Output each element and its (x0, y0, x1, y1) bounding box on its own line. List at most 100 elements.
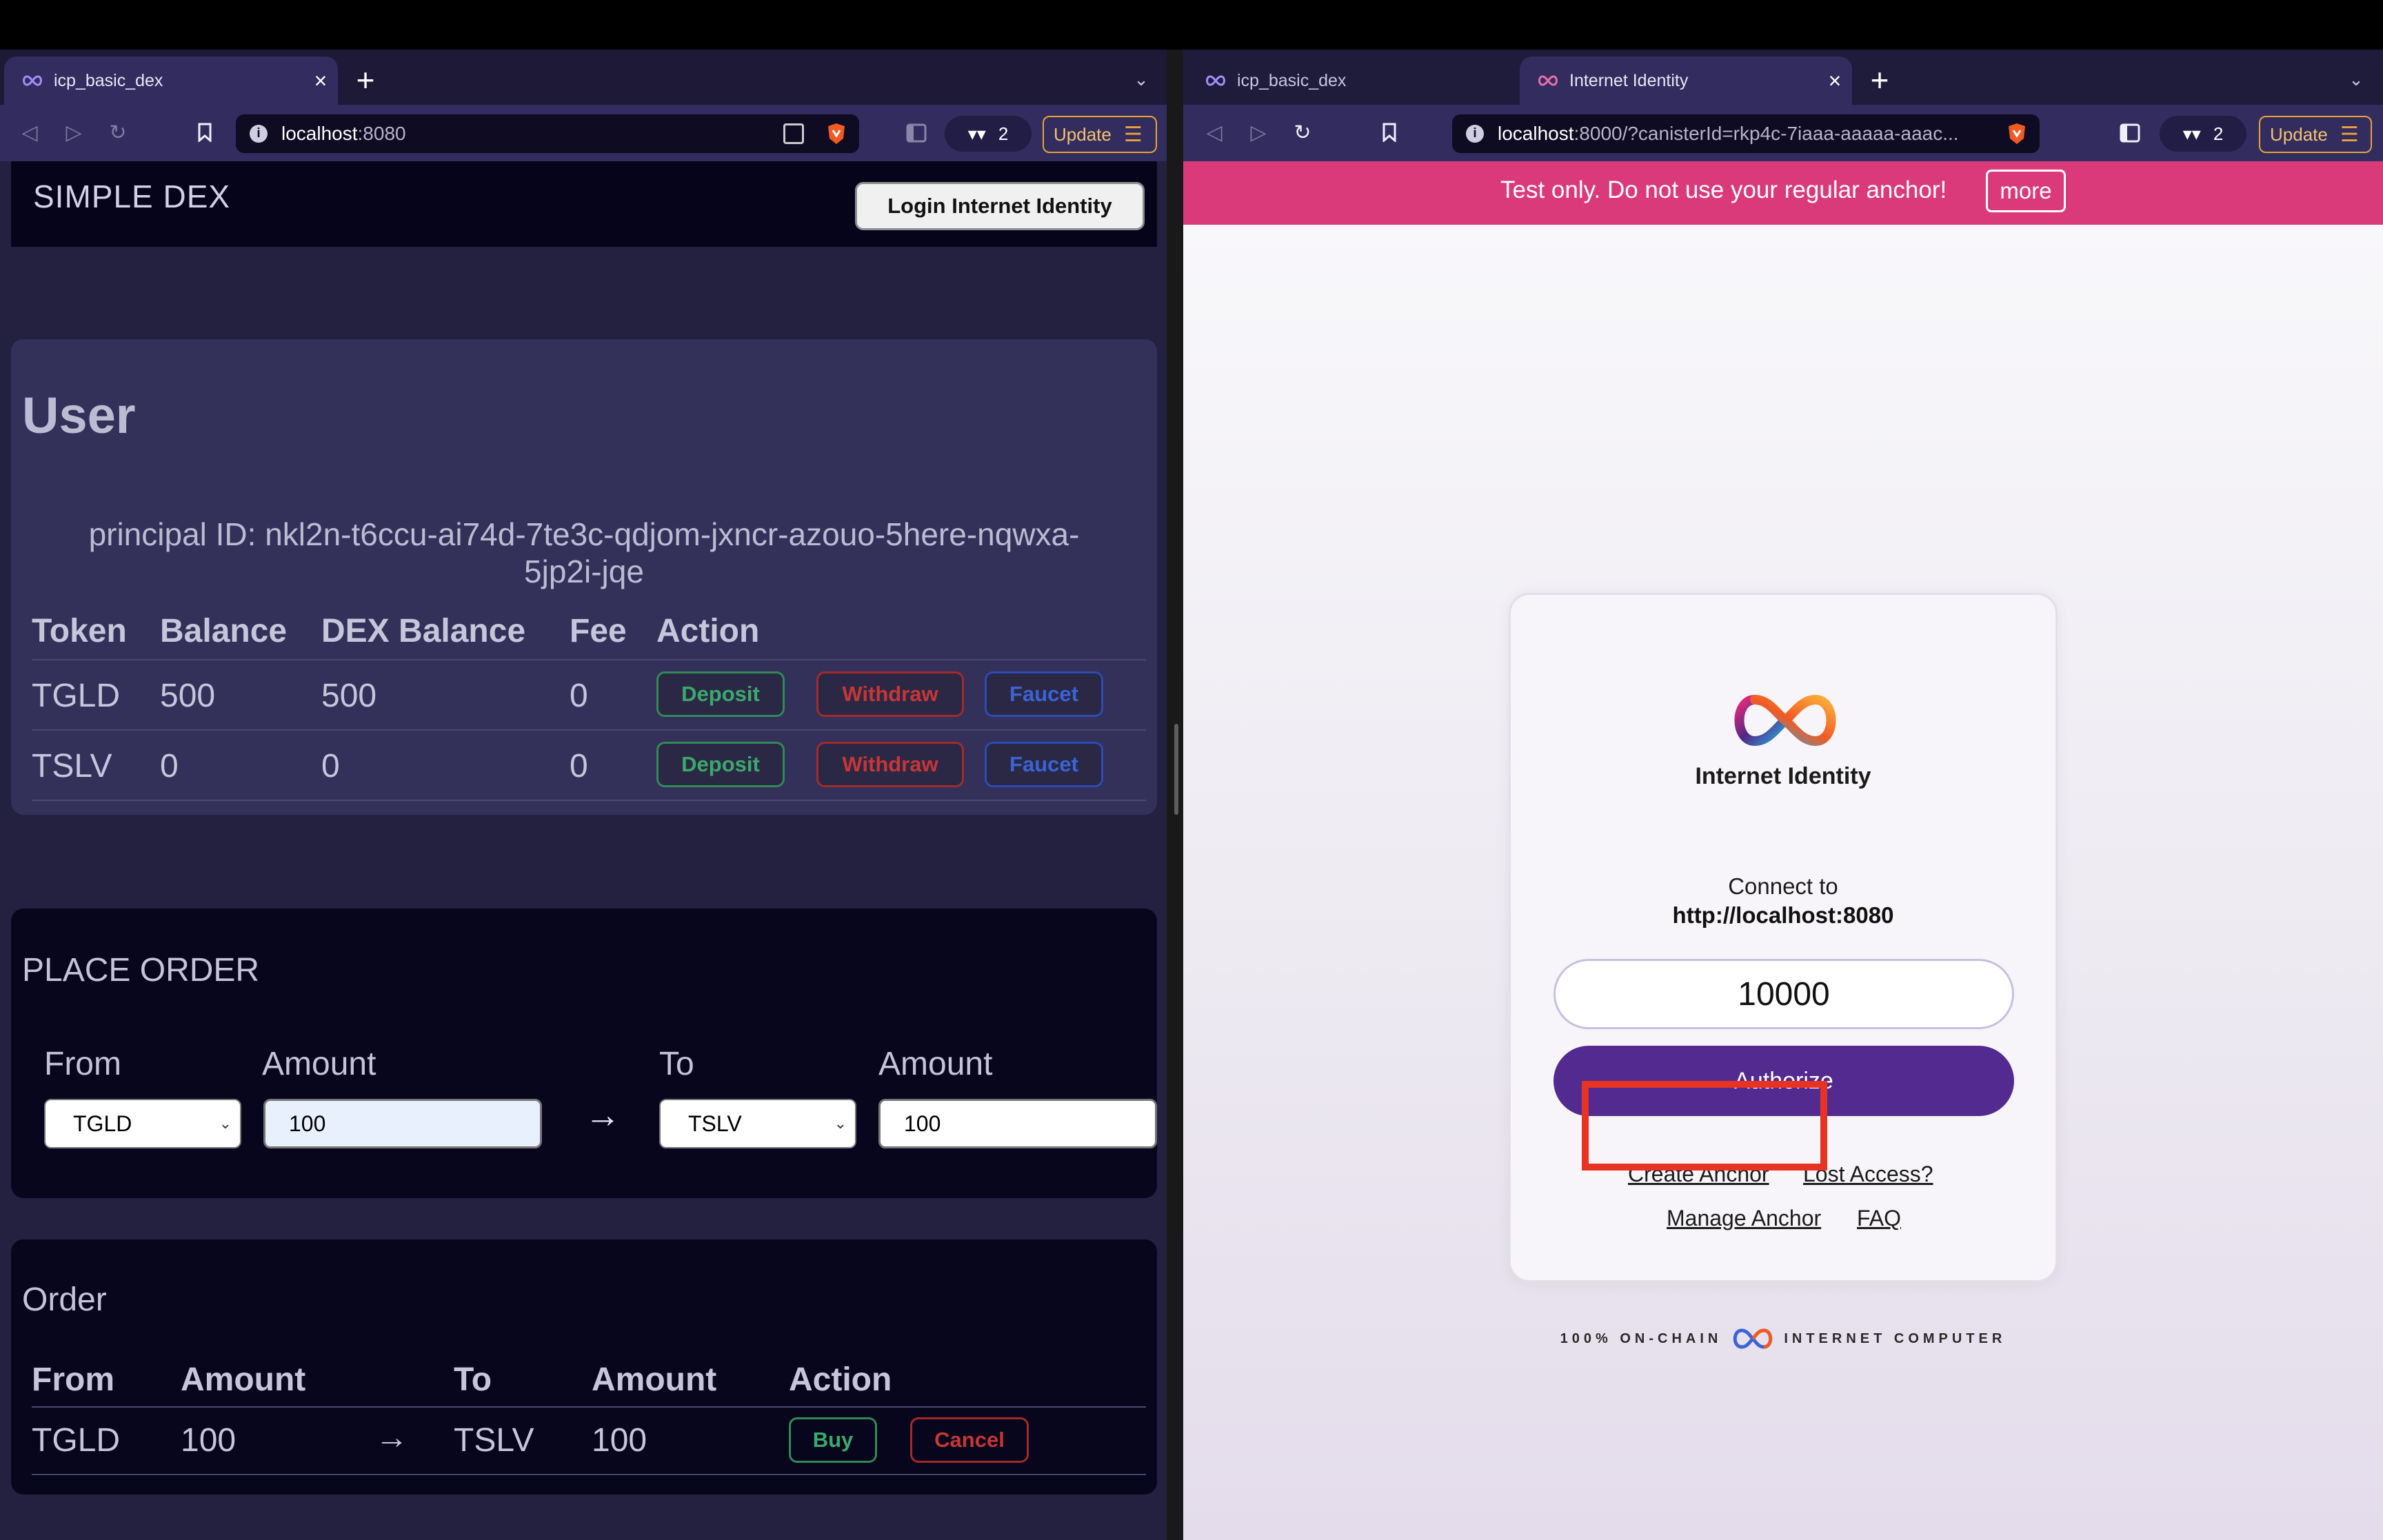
brave-shield-icon[interactable] (2007, 122, 2027, 145)
tab-icp-basic-dex[interactable]: icp_basic_dex (1187, 57, 1522, 105)
from-amount-input[interactable]: 100 (263, 1099, 542, 1148)
infinity-favicon (1538, 75, 1558, 86)
order-heading: Order (22, 1281, 107, 1318)
deposit-button[interactable]: Deposit (656, 671, 785, 717)
update-button[interactable]: Update ☰ (2259, 116, 2372, 153)
table-row: TGLD 500 500 0 Deposit Withdraw Faucet (32, 660, 1146, 731)
amount-label: Amount (262, 1046, 376, 1082)
from-label: From (44, 1046, 121, 1082)
anchor-input[interactable]: 10000 (1554, 959, 2014, 1029)
col-to-amount: Amount (592, 1361, 717, 1398)
faucet-button[interactable]: Faucet (985, 671, 1103, 717)
faq-link[interactable]: FAQ (1857, 1206, 1901, 1231)
bookmark-icon[interactable] (1374, 117, 1405, 149)
more-button[interactable]: more (1986, 170, 2066, 212)
tab-internet-identity[interactable]: Internet Identity × (1520, 57, 1852, 105)
withdraw-button[interactable]: Withdraw (816, 671, 964, 717)
chevron-down-icon: ⌄ (219, 1115, 232, 1132)
from-token-select[interactable]: TGLD ⌄ (44, 1099, 241, 1148)
forward-icon[interactable]: ▷ (58, 117, 90, 149)
wallet-button[interactable]: ▾▾ 2 (945, 116, 1032, 152)
qr-icon[interactable] (783, 123, 804, 144)
infinity-favicon (1206, 75, 1225, 86)
order-to-amount-cell: 100 (592, 1422, 647, 1459)
tab-icp-basic-dex[interactable]: icp_basic_dex × (4, 57, 338, 105)
fee-cell: 0 (570, 678, 588, 714)
col-to: To (454, 1361, 492, 1398)
internet-identity-logo (1734, 694, 1836, 747)
update-label: Update (2270, 123, 2328, 145)
app-title: SIMPLE DEX (33, 179, 231, 214)
buy-button[interactable]: Buy (789, 1417, 877, 1463)
banner-text: Test only. Do not use your regular ancho… (1500, 176, 1947, 203)
tab-title: icp_basic_dex (1237, 70, 1347, 90)
url-path: :8000/?canisterId=rkp4c-7iaaa-aaaaa-aaac… (1573, 123, 1959, 144)
manage-anchor-link[interactable]: Manage Anchor (1667, 1206, 1821, 1231)
wallet-badge-count: 2 (2213, 123, 2224, 144)
cancel-button[interactable]: Cancel (910, 1417, 1029, 1463)
address-bar[interactable]: i localhost:8080 (236, 114, 859, 153)
highlight-annotation-box (1582, 1081, 1827, 1171)
principal-line-1: principal ID: nkl2n-t6ccu-ai74d-7te3c-qd… (88, 516, 1080, 552)
col-balance: Balance (160, 613, 288, 649)
chevron-down-icon: ⌄ (834, 1115, 847, 1132)
from-token-value: TGLD (73, 1111, 132, 1136)
tab-list-chevron-icon[interactable]: ⌄ (2339, 62, 2373, 97)
reload-icon[interactable]: ↻ (102, 117, 134, 149)
page-background: Internet Identity Connect to http://loca… (1183, 225, 2383, 1540)
authorize-card: Internet Identity Connect to http://loca… (1509, 593, 2058, 1282)
back-icon[interactable]: ◁ (1198, 117, 1230, 149)
col-dex-balance: DEX Balance (321, 613, 526, 649)
dex-page: SIMPLE DEX Login Internet Identity User … (0, 161, 1167, 1540)
to-label: To (659, 1046, 694, 1082)
new-tab-button[interactable]: + (1859, 59, 1900, 101)
reload-icon[interactable]: ↻ (1287, 117, 1318, 149)
connect-to-label: Connect to (1728, 873, 1838, 899)
order-amount-cell: 100 (181, 1422, 237, 1459)
withdraw-button[interactable]: Withdraw (816, 742, 964, 787)
new-tab-button[interactable]: + (345, 59, 386, 101)
internet-identity-page: Test only. Do not use your regular ancho… (1183, 161, 2383, 1540)
footer-tagline: 100% ON-CHAIN INTERNET COMPUTER (1183, 1328, 2383, 1350)
to-amount-input[interactable]: 100 (878, 1099, 1157, 1148)
sidebar-icon[interactable] (2114, 117, 2146, 149)
close-tab-icon[interactable]: × (303, 68, 338, 94)
faucet-button[interactable]: Faucet (985, 742, 1103, 787)
update-label: Update (1054, 123, 1112, 145)
address-bar[interactable]: i localhost:8000/?canisterId=rkp4c-7iaaa… (1452, 114, 2040, 153)
infinity-favicon (23, 75, 42, 86)
ii-title: Internet Identity (1695, 763, 1871, 789)
scrollbar-thumb[interactable] (1174, 724, 1178, 815)
order-card: Order From Amount To Amount Action TGLD … (11, 1239, 1157, 1495)
tab-title: icp_basic_dex (54, 70, 163, 90)
sidebar-icon[interactable] (901, 117, 932, 149)
wallet-button[interactable]: ▾▾ 2 (2160, 116, 2246, 152)
deposit-button[interactable]: Deposit (656, 742, 785, 787)
internet-computer-logo (1733, 1328, 1773, 1349)
menu-icon: ☰ (2340, 123, 2359, 146)
dex-balance-cell: 0 (321, 748, 340, 784)
browser-toolbar: ◁ ▷ ↻ i localhost:8080 ▾▾ 2 Update ☰ (0, 105, 1167, 161)
info-icon[interactable]: i (1466, 125, 1484, 143)
place-order-heading: PLACE ORDER (22, 952, 260, 989)
update-button[interactable]: Update ☰ (1043, 116, 1157, 153)
test-warning-banner: Test only. Do not use your regular ancho… (1183, 161, 2383, 225)
login-internet-identity-button[interactable]: Login Internet Identity (855, 182, 1145, 230)
user-card: User principal ID: nkl2n-t6ccu-ai74d-7te… (11, 339, 1157, 815)
col-token: Token (32, 613, 127, 649)
to-token-select[interactable]: TSLV ⌄ (659, 1099, 856, 1148)
wallet-icon: ▾▾ (967, 123, 986, 144)
arrow-right-icon: → (585, 1095, 621, 1135)
table-header-row: Token Balance DEX Balance Fee Action (32, 608, 1146, 660)
info-icon[interactable]: i (250, 125, 268, 143)
back-icon[interactable]: ◁ (14, 117, 46, 149)
table-row: TGLD 100 → TSLV 100 Buy Cancel (32, 1408, 1146, 1475)
tab-list-chevron-icon[interactable]: ⌄ (1124, 62, 1158, 97)
bookmark-icon[interactable] (189, 117, 221, 149)
col-action: Action (789, 1361, 892, 1398)
wallet-icon: ▾▾ (2182, 123, 2201, 144)
close-tab-icon[interactable]: × (1818, 68, 1852, 94)
brave-shield-icon[interactable] (826, 122, 847, 145)
forward-icon[interactable]: ▷ (1243, 117, 1274, 149)
tab-strip: icp_basic_dex Internet Identity × + ⌄ (1183, 50, 2383, 105)
